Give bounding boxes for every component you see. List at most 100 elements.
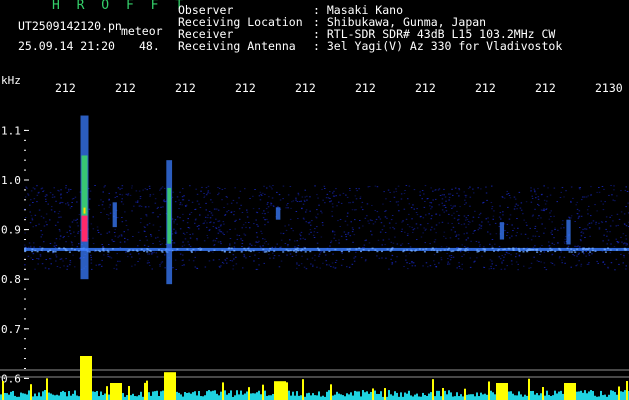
histogram-bar: [174, 372, 176, 400]
noise-speck: [456, 267, 458, 269]
noise-speck: [238, 197, 240, 199]
noise-speck: [206, 192, 209, 194]
carrier-speck: [94, 249, 97, 252]
noise-speck: [620, 253, 622, 255]
noise-speck: [444, 206, 447, 208]
noise-speck: [355, 188, 358, 190]
noise-speck: [609, 216, 611, 218]
noise-speck: [266, 187, 268, 189]
noise-speck: [476, 257, 478, 259]
noise-speck: [39, 246, 41, 248]
noise-speck: [540, 209, 543, 211]
noise-speck: [182, 213, 184, 215]
noise-speck: [585, 196, 588, 198]
noise-speck: [405, 259, 407, 261]
carrier-speck: [348, 248, 351, 250]
noise-speck: [475, 241, 478, 242]
noise-speck: [151, 268, 153, 270]
noise-speck: [450, 204, 452, 206]
noise-speck: [155, 237, 157, 239]
noise-speck: [321, 189, 323, 190]
noise-speck: [578, 252, 580, 254]
noise-speck: [158, 240, 161, 242]
noise-speck: [612, 199, 614, 201]
histogram-bar: [166, 372, 168, 400]
noise-speck: [116, 253, 118, 255]
noise-speck: [65, 241, 67, 243]
histogram-bar: [542, 387, 544, 400]
noise-speck: [395, 222, 397, 224]
noise-speck: [529, 227, 531, 229]
histogram-bar: [592, 391, 594, 400]
noise-speck: [186, 232, 188, 234]
noise-speck: [194, 266, 196, 268]
noise-speck: [297, 194, 300, 196]
noise-speck: [240, 238, 242, 240]
noise-speck: [500, 218, 502, 220]
noise-speck: [26, 187, 28, 189]
noise-speck: [297, 218, 299, 219]
noise-speck: [397, 185, 400, 187]
noise-speck: [115, 268, 118, 270]
meteor-echo-mid: [167, 187, 172, 244]
histogram-bar: [206, 391, 208, 400]
noise-speck: [294, 240, 296, 242]
noise-speck: [70, 206, 73, 207]
noise-speck: [304, 196, 306, 198]
noise-speck: [291, 255, 294, 257]
noise-speck: [452, 256, 455, 258]
noise-speck: [407, 243, 410, 245]
histogram-bar: [562, 393, 564, 400]
noise-speck: [401, 221, 403, 223]
noise-speck: [557, 229, 559, 231]
carrier-speck: [609, 249, 612, 251]
noise-speck: [142, 189, 144, 191]
noise-speck: [241, 243, 244, 244]
noise-speck: [305, 209, 308, 211]
noise-speck: [76, 222, 78, 224]
noise-speck: [419, 191, 421, 193]
noise-speck: [161, 261, 164, 263]
noise-speck: [30, 257, 32, 259]
noise-speck: [72, 254, 74, 256]
histogram-bar: [6, 393, 8, 400]
histogram-bar: [346, 393, 348, 400]
carrier-speck: [448, 247, 450, 250]
noise-speck: [92, 237, 94, 239]
noise-speck: [255, 241, 257, 243]
noise-speck: [321, 212, 323, 214]
noise-speck: [57, 221, 59, 223]
noise-speck: [561, 259, 563, 261]
noise-speck: [332, 266, 335, 268]
noise-speck: [117, 217, 119, 219]
noise-speck: [625, 206, 627, 208]
histogram-bar: [610, 390, 612, 400]
noise-speck: [451, 223, 453, 224]
noise-speck: [544, 227, 546, 229]
histogram-bar: [218, 395, 220, 400]
noise-speck: [517, 263, 519, 265]
y-tick-label: 1.0: [1, 174, 21, 187]
noise-speck: [29, 211, 31, 213]
noise-speck: [587, 195, 589, 197]
noise-speck: [443, 194, 445, 196]
noise-speck: [469, 266, 472, 268]
noise-speck: [40, 188, 43, 190]
noise-speck: [338, 239, 340, 241]
noise-speck: [490, 265, 492, 267]
noise-speck: [51, 206, 53, 208]
noise-speck: [334, 234, 336, 236]
histogram-bar: [512, 393, 514, 400]
noise-speck: [352, 241, 354, 243]
noise-speck: [587, 213, 589, 215]
noise-speck: [561, 187, 564, 189]
noise-speck: [449, 259, 452, 261]
noise-speck: [617, 224, 619, 226]
noise-speck: [376, 211, 379, 213]
carrier-speck: [262, 248, 265, 251]
histogram-bar: [274, 381, 276, 400]
noise-speck: [253, 223, 255, 225]
carrier-speck: [243, 247, 246, 250]
histogram-bar: [236, 390, 238, 400]
noise-speck: [89, 190, 92, 192]
